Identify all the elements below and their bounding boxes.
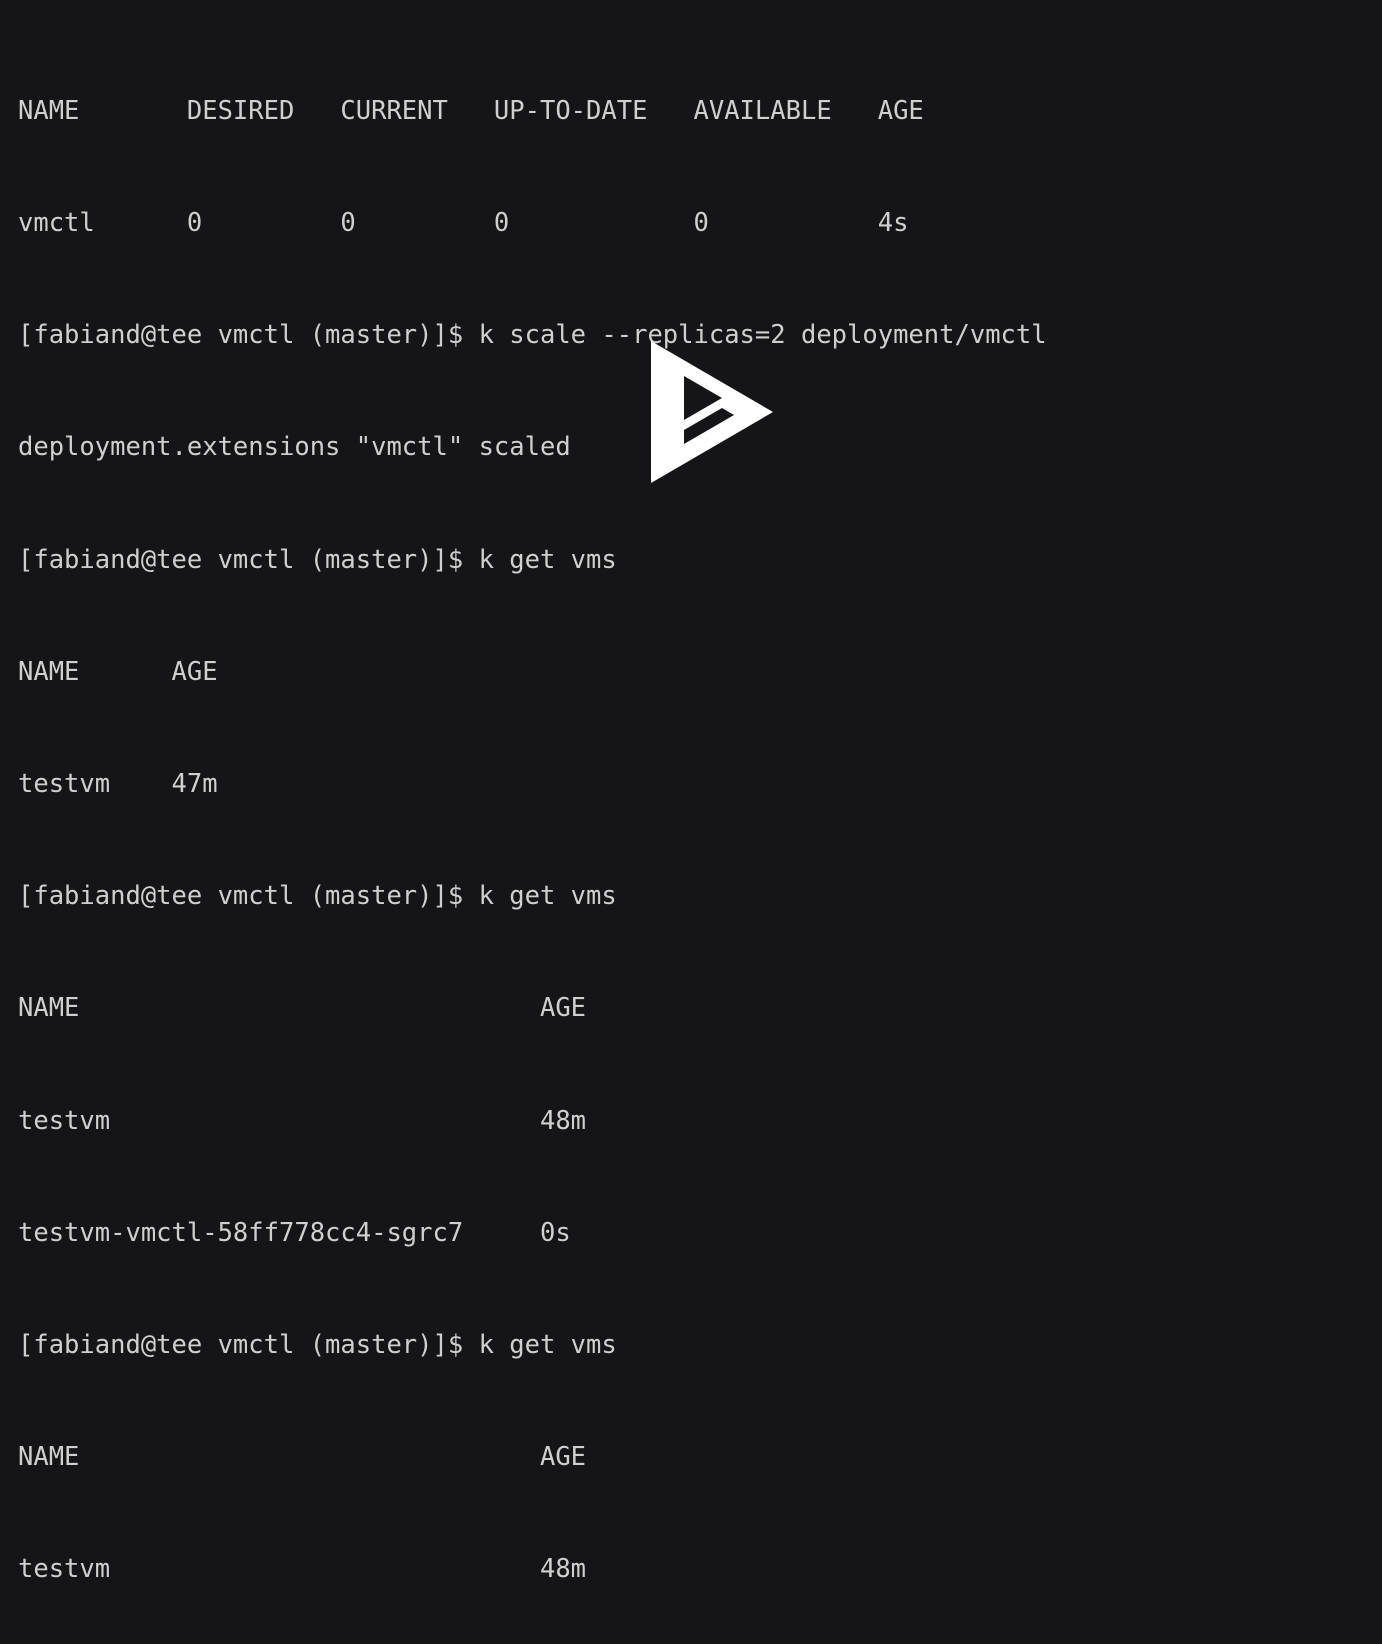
terminal-line: testvm-vmctl-58ff778cc4-sgrc7 0s <box>18 1217 571 1248</box>
terminal-line: vmctl 0 0 0 0 4s <box>18 208 909 239</box>
terminal-line: [fabiand@tee vmctl (master)]$ k get vms <box>18 544 617 575</box>
terminal-line: [fabiand@tee vmctl (master)]$ k get vms <box>18 1330 617 1361</box>
terminal-line: NAME AGE <box>18 993 587 1024</box>
terminal-line: testvm 48m <box>18 1105 587 1136</box>
asciinema-play-icon <box>648 338 776 486</box>
terminal-screen: NAME DESIRED CURRENT UP-TO-DATE AVAILABL… <box>0 0 1382 1584</box>
terminal-output: NAME DESIRED CURRENT UP-TO-DATE AVAILABL… <box>18 18 1382 1644</box>
terminal-line: NAME AGE <box>18 656 218 687</box>
terminal-line: NAME AGE <box>18 1442 587 1473</box>
terminal-line: testvm 47m <box>18 769 218 800</box>
play-button[interactable] <box>648 338 776 486</box>
terminal-line: NAME DESIRED CURRENT UP-TO-DATE AVAILABL… <box>18 95 924 126</box>
terminal-line: testvm 48m <box>18 1554 587 1585</box>
terminal-line: [fabiand@tee vmctl (master)]$ k get vms <box>18 881 617 912</box>
